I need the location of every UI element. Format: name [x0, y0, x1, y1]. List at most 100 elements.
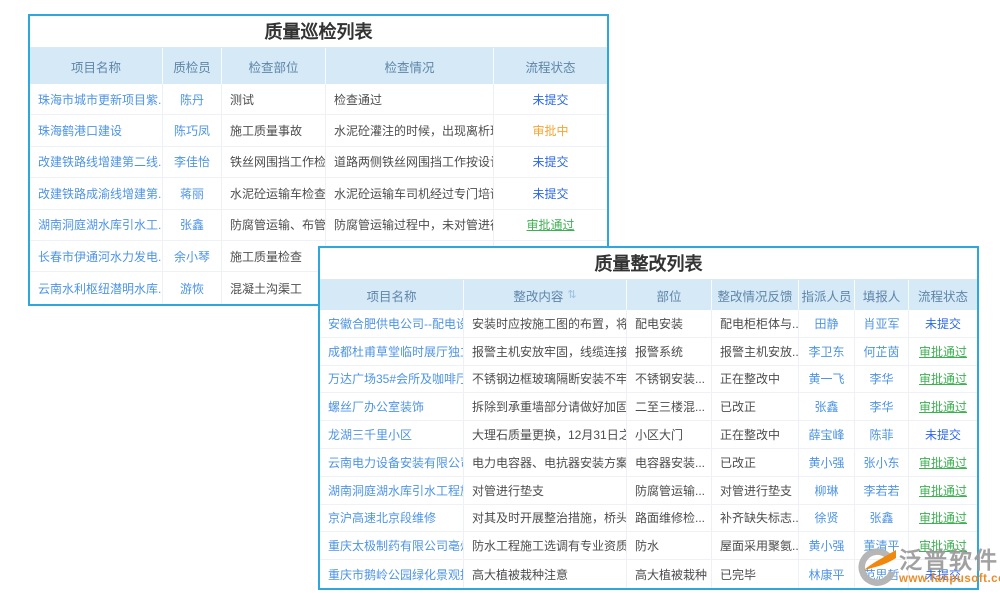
- reporter-link[interactable]: 张鑫: [855, 505, 909, 532]
- feedback-cell: 补齐缺失标志...: [712, 505, 799, 532]
- column-header-label: 流程状态: [525, 57, 575, 76]
- sort-icon[interactable]: ⇅: [567, 290, 576, 301]
- status-text[interactable]: 审批通过: [909, 449, 977, 476]
- feedback-cell: 已完毕: [712, 560, 799, 588]
- fanpu-logo-text: 泛普软件: [899, 547, 1000, 573]
- project-link[interactable]: 京沪高速北京段维修: [320, 505, 464, 532]
- part-cell: 电容器安装...: [627, 449, 712, 476]
- assignee-link[interactable]: 黄小强: [799, 532, 855, 559]
- assignee-link[interactable]: 李卫东: [799, 338, 855, 365]
- table-row: 万达广场35#会所及咖啡厅空...不锈钢边框玻璃隔断安装不牢...不锈钢安装..…: [320, 366, 977, 394]
- rectification-table-header: 项目名称整改内容⇅部位整改情况反馈指派人员填报人流程状态: [320, 280, 977, 310]
- content-cell: 安装时应按施工图的布置，将...: [464, 310, 627, 337]
- rectification-table-column-header: 流程状态: [909, 280, 977, 310]
- fanpu-logo: 泛普软件 www.fanpusoft.com: [855, 547, 1000, 589]
- column-header-label: 整改情况反馈: [717, 286, 792, 305]
- content-cell: 对管进行垫支: [464, 477, 627, 504]
- status-text: 未提交: [494, 84, 607, 114]
- reporter-link[interactable]: 肖亚军: [855, 310, 909, 337]
- project-link[interactable]: 珠海市城市更新项目紫...: [30, 84, 163, 114]
- fanpu-logo-url: www.fanpusoft.com: [899, 573, 1000, 585]
- inspection-table-column-header: 项目名称: [30, 48, 163, 84]
- status-text[interactable]: 审批通过: [909, 477, 977, 504]
- part-cell: 高大植被栽种: [627, 560, 712, 588]
- content-cell: 不锈钢边框玻璃隔断安装不牢...: [464, 366, 627, 393]
- rectification-table-column-header: 项目名称: [320, 280, 464, 310]
- part-cell: 防腐管运输...: [627, 477, 712, 504]
- part-cell: 配电安装: [627, 310, 712, 337]
- project-link[interactable]: 万达广场35#会所及咖啡厅空...: [320, 366, 464, 393]
- part-cell: 路面维修检...: [627, 505, 712, 532]
- part-cell: 混凝土沟渠工: [222, 272, 326, 303]
- status-text[interactable]: 审批通过: [909, 338, 977, 365]
- reporter-link[interactable]: 何芷茵: [855, 338, 909, 365]
- part-cell: 铁丝网围挡工作检查: [222, 147, 326, 177]
- fanpu-logo-textblock: 泛普软件 www.fanpusoft.com: [899, 547, 1000, 585]
- assignee-link[interactable]: 黄小强: [799, 449, 855, 476]
- inspector-link[interactable]: 游恢: [163, 272, 222, 303]
- project-link[interactable]: 改建铁路成渝线增建第...: [30, 178, 163, 208]
- column-header-label: 项目名称: [71, 57, 121, 76]
- reporter-link[interactable]: 李若若: [855, 477, 909, 504]
- project-link[interactable]: 成都杜甫草堂临时展厅独立展...: [320, 338, 464, 365]
- inspector-link[interactable]: 陈丹: [163, 84, 222, 114]
- assignee-link[interactable]: 柳琳: [799, 477, 855, 504]
- status-text[interactable]: 审批通过: [909, 505, 977, 532]
- column-header-label: 检查情况: [384, 57, 434, 76]
- project-link[interactable]: 重庆市鹅岭公园绿化景观提升...: [320, 560, 464, 588]
- column-header-label: 指派人员: [802, 286, 852, 305]
- rectification-table-column-header: 部位: [627, 280, 712, 310]
- assignee-link[interactable]: 林康平: [799, 560, 855, 588]
- situation-cell: 水泥砼灌注的时候，出现离析现象: [326, 115, 494, 145]
- table-row: 改建铁路线增建第二线...李佳怡铁丝网围挡工作检查道路两侧铁丝网围挡工作按设计.…: [30, 147, 607, 178]
- feedback-cell: 报警主机安放...: [712, 338, 799, 365]
- project-link[interactable]: 湖南洞庭湖水库引水工程施工标: [320, 477, 464, 504]
- project-link[interactable]: 改建铁路线增建第二线...: [30, 147, 163, 177]
- table-row: 螺丝厂办公室装饰拆除到承重墙部分请做好加固...二至三楼混...已改正张鑫李华审…: [320, 393, 977, 421]
- inspector-link[interactable]: 李佳怡: [163, 147, 222, 177]
- inspector-link[interactable]: 余小琴: [163, 241, 222, 271]
- project-link[interactable]: 龙湖三千里小区: [320, 421, 464, 448]
- project-link[interactable]: 螺丝厂办公室装饰: [320, 393, 464, 420]
- project-link[interactable]: 珠海鹤港口建设: [30, 115, 163, 145]
- situation-cell: 道路两侧铁丝网围挡工作按设计...: [326, 147, 494, 177]
- table-row: 湖南洞庭湖水库引水工程施工标对管进行垫支防腐管运输...对管进行垫支柳琳李若若审…: [320, 477, 977, 505]
- content-cell: 高大植被栽种注意: [464, 560, 627, 588]
- table-row: 珠海鹤港口建设陈巧凤施工质量事故水泥砼灌注的时候，出现离析现象审批中: [30, 115, 607, 146]
- column-header-label: 整改内容: [513, 286, 563, 305]
- assignee-link[interactable]: 徐贤: [799, 505, 855, 532]
- status-text[interactable]: 审批通过: [909, 366, 977, 393]
- inspection-table-column-header: 质检员: [163, 48, 222, 84]
- assignee-link[interactable]: 黄一飞: [799, 366, 855, 393]
- reporter-link[interactable]: 张小东: [855, 449, 909, 476]
- project-link[interactable]: 湖南洞庭湖水库引水工...: [30, 210, 163, 240]
- reporter-link[interactable]: 李华: [855, 393, 909, 420]
- status-text[interactable]: 审批通过: [909, 393, 977, 420]
- inspector-link[interactable]: 陈巧凤: [163, 115, 222, 145]
- inspector-link[interactable]: 蒋丽: [163, 178, 222, 208]
- project-link[interactable]: 云南水利枢纽潜明水库...: [30, 272, 163, 303]
- status-text: 未提交: [494, 178, 607, 208]
- rectification-table-column-header: 整改情况反馈: [712, 280, 799, 310]
- column-header-label: 检查部位: [248, 57, 298, 76]
- content-cell: 对其及时开展整治措施，桥头...: [464, 505, 627, 532]
- assignee-link[interactable]: 张鑫: [799, 393, 855, 420]
- feedback-cell: 对管进行垫支: [712, 477, 799, 504]
- project-link[interactable]: 长春市伊通河水力发电...: [30, 241, 163, 271]
- project-link[interactable]: 安徽合肥供电公司--配电设备...: [320, 310, 464, 337]
- assignee-link[interactable]: 薛宝峰: [799, 421, 855, 448]
- table-row: 湖南洞庭湖水库引水工...张鑫防腐管运输、布管防腐管运输过程中，未对管进行...…: [30, 210, 607, 241]
- inspector-link[interactable]: 张鑫: [163, 210, 222, 240]
- reporter-link[interactable]: 李华: [855, 366, 909, 393]
- part-cell: 防水: [627, 532, 712, 559]
- part-cell: 报警系统: [627, 338, 712, 365]
- assignee-link[interactable]: 田静: [799, 310, 855, 337]
- status-text[interactable]: 审批通过: [494, 210, 607, 240]
- feedback-cell: 正在整改中: [712, 421, 799, 448]
- reporter-link[interactable]: 陈菲: [855, 421, 909, 448]
- project-link[interactable]: 云南电力设备安装有限公司20...: [320, 449, 464, 476]
- column-header-label: 质检员: [173, 57, 211, 76]
- table-row: 成都杜甫草堂临时展厅独立展...报警主机安放牢固，线缆连接...报警系统报警主机…: [320, 338, 977, 366]
- project-link[interactable]: 重庆太极制药有限公司亳州中...: [320, 532, 464, 559]
- inspection-table-column-header: 检查部位: [222, 48, 326, 84]
